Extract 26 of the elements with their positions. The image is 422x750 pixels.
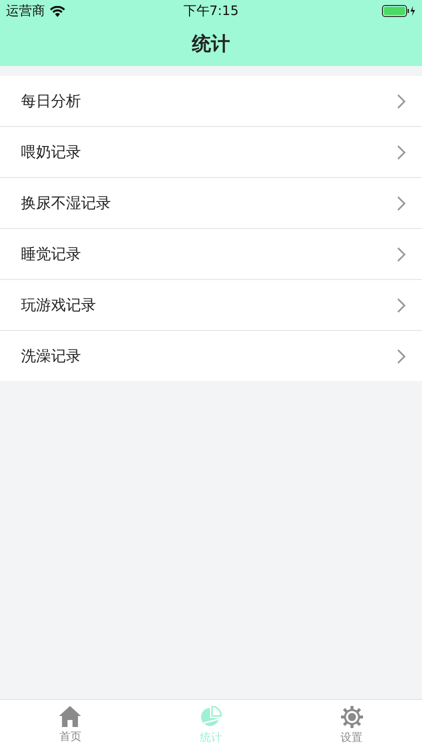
row-label: 每日分析 [21,92,81,110]
row-label: 换尿不湿记录 [21,194,111,212]
menu-row[interactable]: 睡觉记录 [0,229,422,280]
chevron-icon [397,196,406,210]
menu-row[interactable]: 玩游戏记录 [0,280,422,331]
status-time: 下午7:15 [183,3,239,20]
row-label: 睡觉记录 [21,244,81,264]
chevron-icon [397,298,406,312]
menu-row[interactable]: 洗澡记录 [0,331,422,381]
chevron-icon [397,348,406,364]
page-title: 统计 [192,32,230,57]
chevron-icon [397,246,406,262]
wifi-icon [50,6,65,16]
row-label: 玩游戏记录 [21,296,96,314]
row-label: 喂奶记录 [21,142,81,162]
battery-icon [382,5,416,17]
menu-row[interactable]: 每日分析 [0,76,422,127]
row-label: 洗澡记录 [21,346,81,366]
carrier-name: 运营商 [6,3,45,20]
chevron-icon [397,144,406,160]
settings-icon [340,706,363,728]
menu-row[interactable]: 喂奶记录 [0,127,422,178]
chevron-icon [397,94,406,108]
home-icon [59,706,82,727]
pie-chart-icon [200,706,222,728]
menu-row[interactable]: 换尿不湿记录 [0,178,422,229]
